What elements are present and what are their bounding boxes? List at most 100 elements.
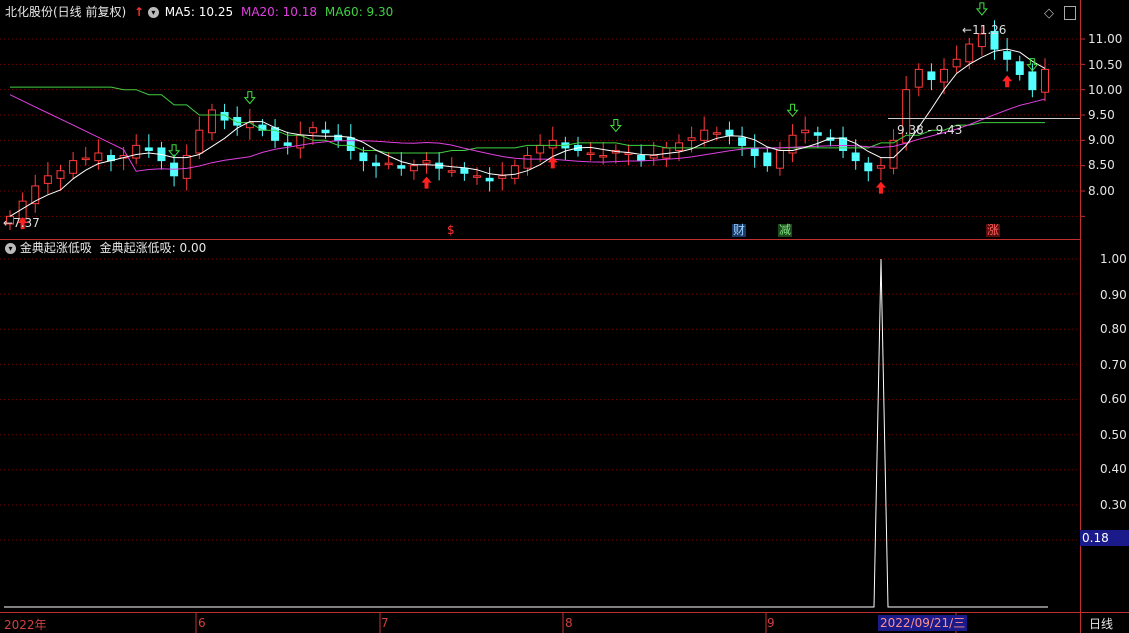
- candle-body: [876, 165, 885, 169]
- period-button[interactable]: 日线: [1089, 615, 1113, 632]
- indicator-y-axis: 1.00 0.90 0.80 0.70 0.60 0.50 0.40 0.30: [1100, 240, 1129, 612]
- marker-text: 减: [779, 223, 792, 237]
- candle-body: [384, 162, 393, 166]
- y-tick: 9.50: [1088, 108, 1115, 122]
- candle-body: [43, 175, 52, 184]
- candle-body: [56, 170, 65, 179]
- ma20-label: MA20: 10.18: [240, 5, 318, 19]
- candle-body: [308, 127, 317, 134]
- y-tick: 8.50: [1088, 158, 1115, 172]
- candle-body: [914, 68, 923, 88]
- buy-arrow-icon: [1002, 75, 1013, 88]
- candle-body: [637, 155, 646, 162]
- dropdown-icon[interactable]: ▾: [5, 243, 16, 254]
- y-tick: 8.00: [1088, 184, 1115, 198]
- candle-body: [397, 165, 406, 169]
- x-label: 6: [198, 616, 206, 630]
- candle-body: [712, 132, 721, 135]
- x-label: 7: [381, 616, 389, 630]
- y-tick: 10.50: [1088, 58, 1123, 72]
- candle-body: [473, 175, 482, 178]
- chart-header: 北化股份(日线 前复权) ↑ ▾ MA5: 10.25 MA20: 10.18 …: [5, 3, 393, 21]
- y-tick: 1.00: [1100, 252, 1127, 266]
- candle-body: [599, 155, 608, 158]
- candle-body: [965, 43, 974, 63]
- candle-body: [258, 124, 267, 131]
- y-tick: 0.80: [1100, 322, 1127, 336]
- marker-finance[interactable]: 财: [732, 223, 747, 237]
- candle-body: [207, 109, 216, 134]
- ma5-line: [9, 48, 1046, 217]
- candle-body: [321, 129, 330, 134]
- candle-body: [649, 155, 658, 159]
- candle-body: [409, 165, 418, 172]
- marker-dividend[interactable]: $: [446, 224, 456, 237]
- candle-body: [775, 149, 784, 169]
- chart-canvas[interactable]: [0, 0, 1129, 633]
- high-price-label: ←11.26: [962, 23, 1007, 37]
- indicator-header: ▾ 金典起涨低吸 金典起涨低吸: 0.00: [5, 239, 206, 257]
- candle-body: [283, 142, 292, 146]
- candle-body: [523, 155, 532, 169]
- candle-body: [940, 68, 949, 83]
- candle-body: [687, 137, 696, 141]
- candle-body: [1003, 51, 1012, 60]
- cursor-date: 2022/09/21/三: [878, 615, 968, 631]
- sell-arrow-icon: [243, 91, 256, 105]
- candle-body: [1015, 61, 1024, 75]
- y-tick: 11.00: [1088, 32, 1123, 46]
- candle-body: [372, 162, 381, 167]
- y-tick: 0.30: [1100, 498, 1127, 512]
- up-arrow-icon: ↑: [134, 5, 145, 19]
- y-tick: 0.50: [1100, 428, 1127, 442]
- candle-body: [69, 160, 78, 174]
- marker-reduce[interactable]: 减: [778, 223, 793, 237]
- candle-body: [422, 160, 431, 164]
- candle-body: [952, 58, 961, 68]
- candle-body: [725, 129, 734, 136]
- dropdown-icon[interactable]: ▾: [147, 7, 159, 18]
- candle-body: [94, 152, 103, 162]
- candle-body: [498, 175, 507, 179]
- range-label: 9.38 - 9.43: [897, 123, 963, 137]
- ma60-label: MA60: 9.30: [324, 5, 394, 19]
- x-label: 8: [565, 616, 573, 630]
- window-toggle-icon[interactable]: [1064, 6, 1076, 20]
- marker-text: $: [447, 223, 455, 237]
- indicator-title: 金典起涨低吸: [19, 241, 92, 255]
- diamond-icon[interactable]: ◇: [1044, 6, 1054, 21]
- candle-body: [889, 139, 898, 169]
- marker-text: 财: [733, 223, 746, 237]
- y-tick: 0.70: [1100, 358, 1127, 372]
- buy-arrow-icon: [875, 181, 886, 194]
- candle-body: [271, 127, 280, 141]
- y-tick: 0.90: [1100, 288, 1127, 302]
- candle-body: [851, 152, 860, 162]
- y-tick: 10.00: [1088, 83, 1123, 97]
- price-y-axis: 11.00 10.50 10.00 9.50 9.00 8.50 8.00: [1088, 0, 1129, 240]
- candle-body: [700, 129, 709, 141]
- ma5-label: MA5: 10.25: [164, 5, 234, 19]
- low-price-value: 7.37: [13, 216, 40, 230]
- sell-arrow-icon: [609, 118, 622, 133]
- x-label: 2022年: [4, 618, 47, 632]
- candle-body: [548, 139, 557, 149]
- candle-body: [195, 129, 204, 154]
- buy-arrow-icon: [547, 156, 558, 169]
- candle-body: [801, 129, 810, 134]
- candle-body: [510, 165, 519, 179]
- candle-body: [460, 167, 469, 174]
- y-tick: 0.60: [1100, 392, 1127, 406]
- candle-body: [182, 155, 191, 179]
- low-price-label: ←7.37: [3, 216, 40, 230]
- high-price-value: 11.26: [972, 23, 1007, 37]
- candle-body: [763, 152, 772, 167]
- indicator-line: [4, 258, 1048, 608]
- stock-title: 北化股份(日线 前复权): [5, 5, 127, 19]
- y-tick: 9.00: [1088, 133, 1115, 147]
- candle-body: [81, 157, 90, 161]
- candle-body: [927, 71, 936, 81]
- marker-limit-up[interactable]: 涨: [986, 224, 1001, 237]
- candle-body: [1028, 71, 1037, 91]
- ma60-line: [10, 86, 1045, 154]
